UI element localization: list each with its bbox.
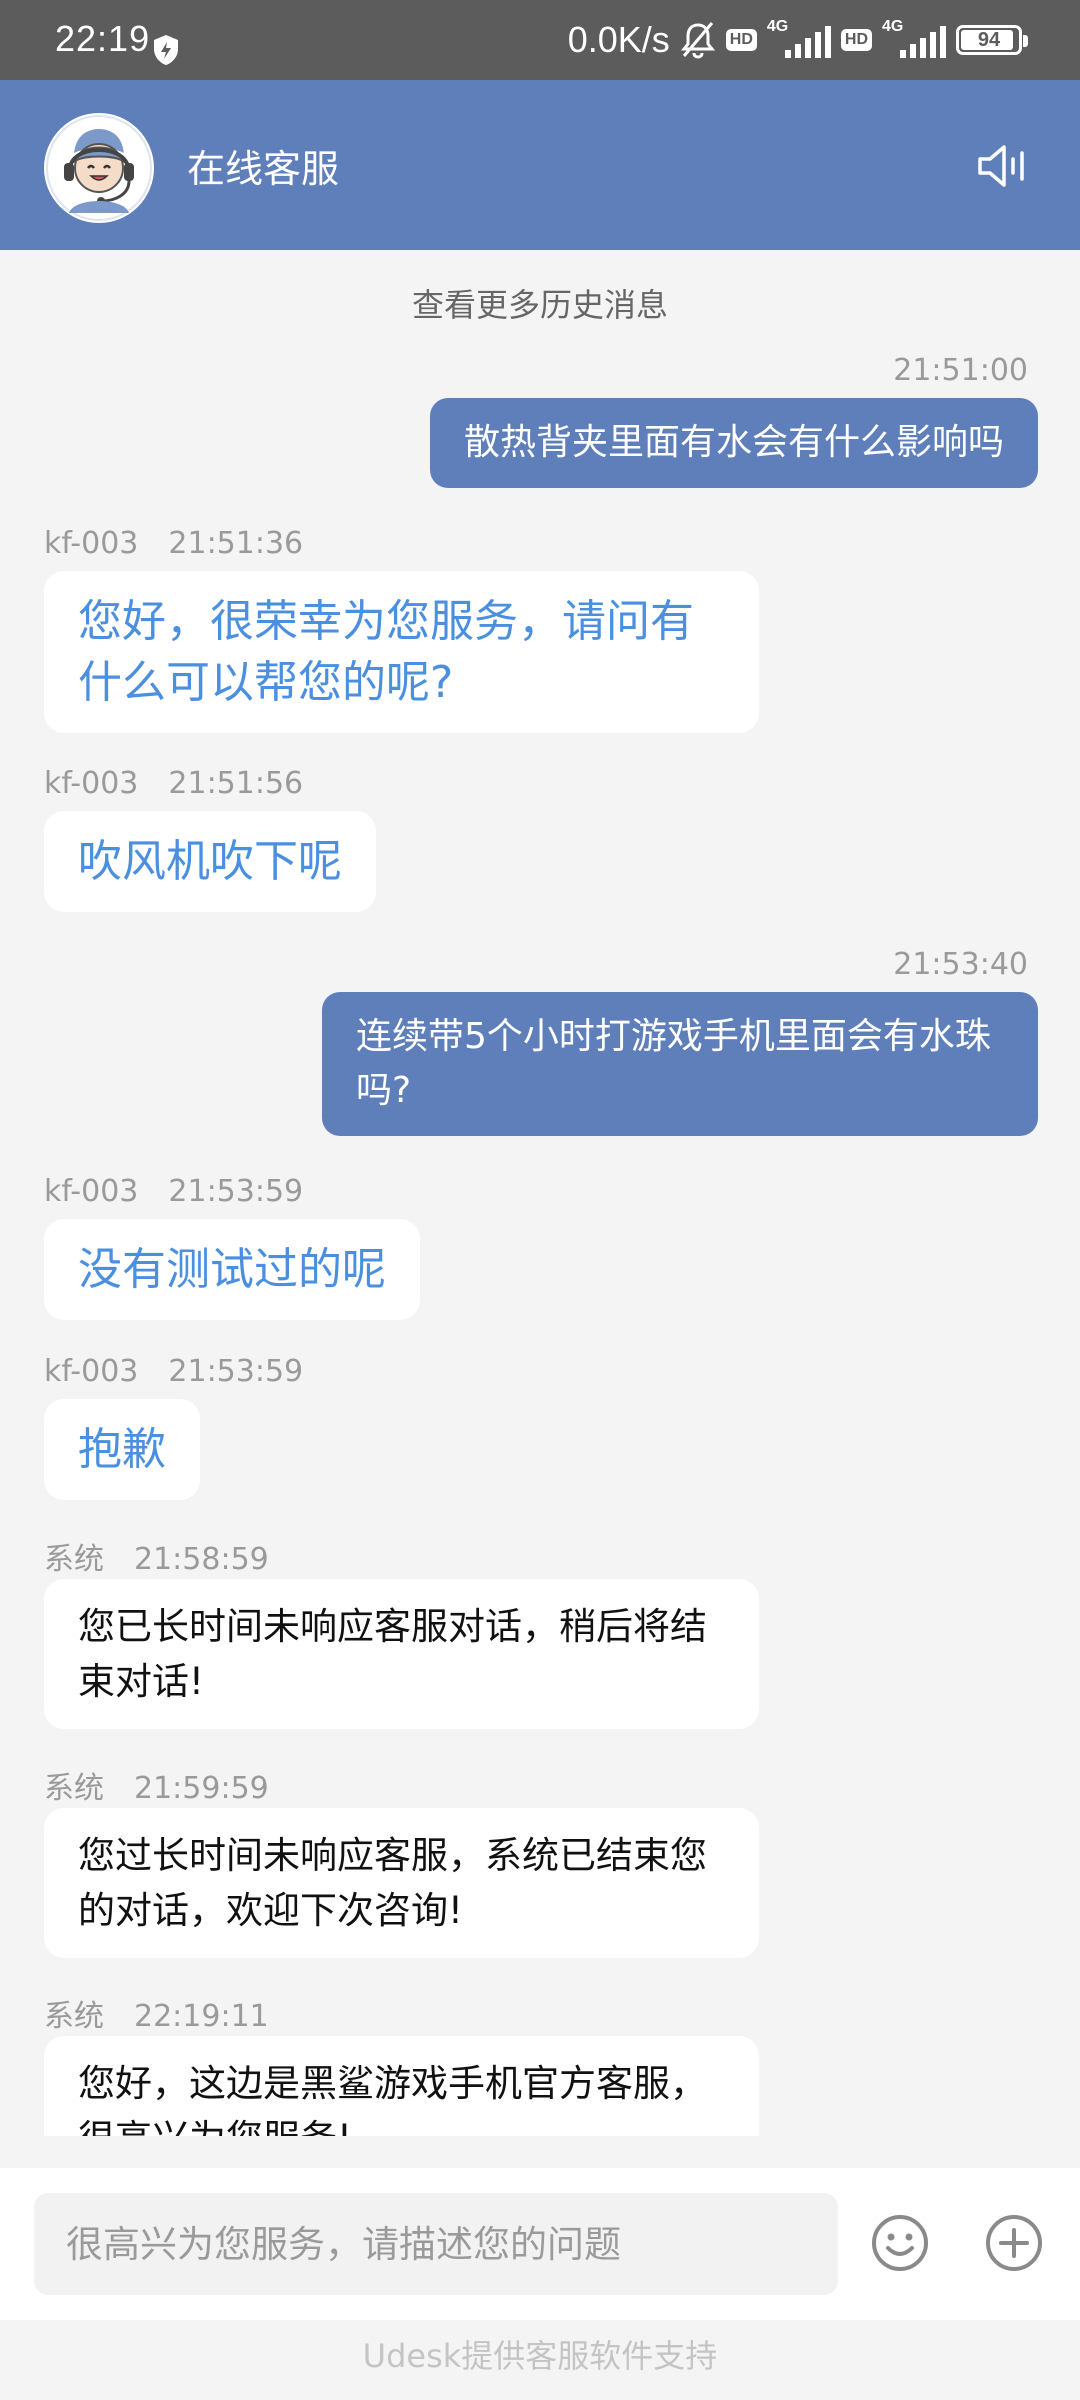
agent-message-bubble: 吹风机吹下呢 xyxy=(44,811,376,912)
load-history-link[interactable]: 查看更多历史消息 xyxy=(0,280,1080,326)
input-bar xyxy=(0,2168,1080,2320)
message-meta: 系统 21:59:59 xyxy=(44,1763,269,1807)
shield-icon xyxy=(154,35,178,65)
net-speed: 0.0K/s xyxy=(567,19,670,60)
message-time: 21:59:59 xyxy=(134,1771,269,1806)
agent-message-bubble: 没有测试过的呢 xyxy=(44,1219,420,1320)
message-time: 22:19:11 xyxy=(134,1999,269,2034)
hd-badge-2: HD xyxy=(840,29,872,51)
app-header: 在线客服 xyxy=(0,80,1080,250)
message-meta: kf-003 21:53:59 xyxy=(44,1354,303,1389)
plus-icon[interactable] xyxy=(984,2213,1044,2273)
message-time: 21:51:36 xyxy=(168,526,304,561)
message-input[interactable] xyxy=(34,2193,838,2295)
mute-bell-icon xyxy=(680,22,715,59)
message-sender: kf-003 xyxy=(44,766,139,801)
system-message-bubble: 您好，这边是黑鲨游戏手机官方客服，很高兴为您服务! xyxy=(44,2036,759,2136)
battery-level: 94 xyxy=(977,28,1001,51)
message-time: 21:51:00 xyxy=(893,353,1028,388)
chat-area[interactable]: 查看更多历史消息 21:51:00 散热背夹里面有水会有什么影响吗 kf-003… xyxy=(0,250,1080,2136)
message-sender: kf-003 xyxy=(44,1174,139,1209)
agent-message-bubble: 您好，很荣幸为您服务，请问有什么可以帮您的呢? xyxy=(44,571,759,733)
page-title: 在线客服 xyxy=(187,147,340,191)
user-message-bubble: 连续带5个小时打游戏手机里面会有水珠吗? xyxy=(322,992,1038,1136)
agent-message-bubble: 抱歉 xyxy=(44,1399,200,1500)
message-meta: kf-003 21:51:56 xyxy=(44,766,303,801)
message-meta: 系统 22:19:11 xyxy=(44,1991,269,2035)
message-sender: kf-003 xyxy=(44,1354,139,1389)
message-meta: kf-003 21:53:59 xyxy=(44,1174,303,1209)
battery-icon: 94 xyxy=(956,25,1028,55)
message-meta: kf-003 21:51:36 xyxy=(44,526,303,561)
message-time: 21:53:40 xyxy=(893,947,1028,982)
emoji-icon[interactable] xyxy=(870,2213,930,2273)
message-sender: 系统 xyxy=(44,1771,104,1806)
system-message-bubble: 您过长时间未响应客服，系统已结束您的对话，欢迎下次咨询! xyxy=(44,1808,759,1958)
status-indicators: 0.0K/s HD 4G HD 4G 94 xyxy=(567,14,1028,66)
message-sender: 系统 xyxy=(44,1542,104,1577)
message-time: 21:53:59 xyxy=(168,1174,304,1209)
message-meta: 系统 21:58:59 xyxy=(44,1534,269,1578)
message-time: 21:51:56 xyxy=(168,766,304,801)
message-time: 21:58:59 xyxy=(134,1542,269,1577)
system-message-bubble: 您已长时间未响应客服对话，稍后将结束对话! xyxy=(44,1579,759,1729)
speaker-icon[interactable] xyxy=(976,143,1028,189)
status-bar: 22:19 0.0K/s HD 4G HD 4G 94 xyxy=(0,0,1080,80)
signal-icon: 4G xyxy=(767,18,831,62)
agent-avatar xyxy=(44,113,154,223)
agent-avatar-icon xyxy=(46,115,152,221)
message-sender: 系统 xyxy=(44,1999,104,2034)
signal-icon: 4G xyxy=(882,18,946,62)
user-message-bubble: 散热背夹里面有水会有什么影响吗 xyxy=(429,398,1038,488)
message-sender: kf-003 xyxy=(44,526,139,561)
powered-by-footer: Udesk提供客服软件支持 xyxy=(0,2320,1080,2400)
message-time: 21:53:59 xyxy=(168,1354,304,1389)
status-time: 22:19 xyxy=(55,18,151,59)
hd-badge-1: HD xyxy=(725,29,757,51)
